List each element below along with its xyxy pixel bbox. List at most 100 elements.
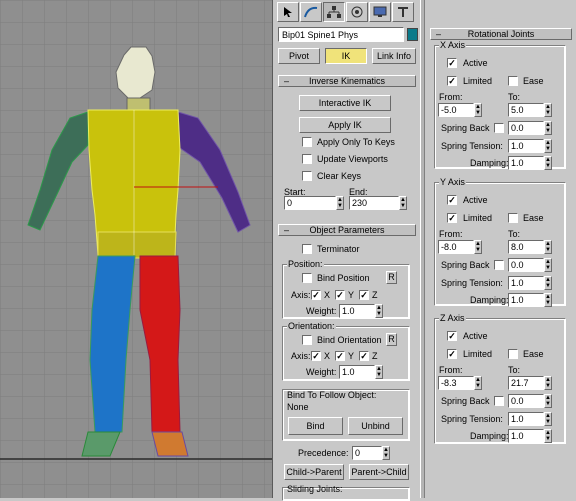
z-limited-checkbox[interactable]: ✓ xyxy=(447,349,457,359)
y-ease-label: Ease xyxy=(523,213,544,223)
position-z-checkbox[interactable]: ✓ xyxy=(359,290,369,300)
tab-pivot[interactable]: Pivot xyxy=(278,48,320,64)
bind-orientation-r-button[interactable]: R xyxy=(386,333,397,346)
motion-icon[interactable] xyxy=(346,2,368,22)
orientation-z-checkbox[interactable]: ✓ xyxy=(359,351,369,361)
y-spring-back-checkbox[interactable] xyxy=(494,260,504,270)
x-from-spinner[interactable]: ▲ ▼ xyxy=(474,103,482,117)
apply-ik-button[interactable]: Apply IK xyxy=(299,117,391,133)
y-spring-back-label: Spring Back xyxy=(441,260,490,270)
x-damping-spinner[interactable]: ▲ ▼ xyxy=(544,156,552,170)
x-axis-title: X Axis xyxy=(439,40,467,51)
orientation-x-checkbox[interactable]: ✓ xyxy=(311,351,321,361)
y-spring-tension-spinner[interactable]: ▲ ▼ xyxy=(544,276,552,290)
end-spinner[interactable]: ▲ ▼ xyxy=(399,196,407,210)
bind-orientation-checkbox[interactable] xyxy=(302,335,312,345)
orientation-y-checkbox[interactable]: ✓ xyxy=(335,351,345,361)
utilities-icon[interactable] xyxy=(392,2,414,22)
bind-position-r-button[interactable]: R xyxy=(386,271,397,284)
end-field[interactable]: 230 xyxy=(349,196,399,210)
z-damping-label: Damping: xyxy=(470,431,509,441)
bind-button[interactable]: Bind xyxy=(288,417,343,435)
x-active-checkbox[interactable]: ✓ xyxy=(447,58,457,68)
z-spring-back-spinner[interactable]: ▲ ▼ xyxy=(544,394,552,408)
z-to-spinner[interactable]: ▲ ▼ xyxy=(544,376,552,390)
child-parent-button[interactable]: Child->Parent xyxy=(284,464,344,480)
apply-only-to-keys-checkbox[interactable] xyxy=(302,137,312,147)
orientation-weight-label: Weight: xyxy=(306,367,337,377)
panel-divider[interactable] xyxy=(420,0,425,498)
z-ease-checkbox[interactable] xyxy=(508,349,518,359)
y-spring-tension-field[interactable]: 1.0 xyxy=(508,276,544,290)
x-limited-checkbox[interactable]: ✓ xyxy=(447,76,457,86)
apply-only-to-keys-label: Apply Only To Keys xyxy=(317,137,395,147)
position-x-label: X xyxy=(324,290,331,300)
curve-icon[interactable] xyxy=(300,2,322,22)
orientation-weight-spinner[interactable]: ▲ ▼ xyxy=(375,365,383,379)
position-weight-spinner[interactable]: ▲ ▼ xyxy=(375,304,383,318)
bind-position-checkbox[interactable] xyxy=(302,273,312,283)
z-damping-spinner[interactable]: ▲ ▼ xyxy=(544,429,552,443)
tab-link-info[interactable]: Link Info xyxy=(372,48,416,64)
x-ease-checkbox[interactable] xyxy=(508,76,518,86)
y-from-spinner[interactable]: ▲ ▼ xyxy=(474,240,482,254)
y-axis-title: Y Axis xyxy=(439,177,466,188)
y-ease-checkbox[interactable] xyxy=(508,213,518,223)
x-to-field[interactable]: 5.0 xyxy=(508,103,544,117)
y-active-checkbox[interactable]: ✓ xyxy=(447,195,457,205)
y-to-spinner[interactable]: ▲ ▼ xyxy=(544,240,552,254)
x-spring-back-spinner[interactable]: ▲ ▼ xyxy=(544,121,552,135)
start-field[interactable]: 0 xyxy=(284,196,336,210)
precedence-spinner[interactable]: ▲ ▼ xyxy=(382,446,390,460)
unbind-button[interactable]: Unbind xyxy=(348,417,403,435)
x-ease-label: Ease xyxy=(523,76,544,86)
cursor-icon[interactable] xyxy=(277,2,299,22)
z-from-spinner[interactable]: ▲ ▼ xyxy=(474,376,482,390)
terminator-checkbox[interactable] xyxy=(302,244,312,254)
tab-ik[interactable]: IK xyxy=(325,48,367,64)
z-spring-back-field[interactable]: 0.0 xyxy=(508,394,544,408)
y-damping-spinner[interactable]: ▲ ▼ xyxy=(544,293,552,307)
bind-position-label: Bind Position xyxy=(317,273,370,283)
object-color-swatch[interactable] xyxy=(407,28,418,41)
z-spring-tension-field[interactable]: 1.0 xyxy=(508,412,544,426)
z-to-field[interactable]: 21.7 xyxy=(508,376,544,390)
precedence-field[interactable]: 0 xyxy=(352,446,382,460)
x-damping-field[interactable]: 1.0 xyxy=(508,156,544,170)
x-spring-back-checkbox[interactable] xyxy=(494,123,504,133)
z-active-checkbox[interactable]: ✓ xyxy=(447,331,457,341)
orientation-weight-field[interactable]: 1.0 xyxy=(339,365,375,379)
y-from-field[interactable]: -8.0 xyxy=(438,240,474,254)
object-name-field[interactable]: Bip01 Spine1 Phys xyxy=(278,27,404,42)
interactive-ik-button[interactable]: Interactive IK xyxy=(299,95,391,111)
y-limited-checkbox[interactable]: ✓ xyxy=(447,213,457,223)
clear-keys-checkbox[interactable] xyxy=(302,171,312,181)
position-y-checkbox[interactable]: ✓ xyxy=(335,290,345,300)
parent-child-button[interactable]: Parent->Child xyxy=(349,464,409,480)
x-from-field[interactable]: -5.0 xyxy=(438,103,474,117)
rotational-joints-panel: – Rotational Joints X Axis ✓ Active ✓ Limited… xyxy=(426,0,576,498)
z-spring-tension-label: Spring Tension: xyxy=(441,414,503,424)
x-spring-tension-field[interactable]: 1.0 xyxy=(508,139,544,153)
z-spring-back-checkbox[interactable] xyxy=(494,396,504,406)
hierarchy-icon[interactable] xyxy=(323,2,345,22)
position-x-checkbox[interactable]: ✓ xyxy=(311,290,321,300)
y-to-field[interactable]: 8.0 xyxy=(508,240,544,254)
y-spring-back-field[interactable]: 0.0 xyxy=(508,258,544,272)
position-weight-field[interactable]: 1.0 xyxy=(339,304,375,318)
ik-rollout-header[interactable]: – Inverse Kinematics xyxy=(278,75,416,87)
rotational-rollout-header[interactable]: – Rotational Joints xyxy=(430,28,572,40)
y-spring-back-spinner[interactable]: ▲ ▼ xyxy=(544,258,552,272)
z-spring-tension-spinner[interactable]: ▲ ▼ xyxy=(544,412,552,426)
x-spring-back-field[interactable]: 0.0 xyxy=(508,121,544,135)
z-from-field[interactable]: -8.3 xyxy=(438,376,474,390)
object-params-rollout-header[interactable]: – Object Parameters xyxy=(278,224,416,236)
start-spinner[interactable]: ▲ ▼ xyxy=(336,196,344,210)
display-icon[interactable] xyxy=(369,2,391,22)
y-damping-field[interactable]: 1.0 xyxy=(508,293,544,307)
x-to-spinner[interactable]: ▲ ▼ xyxy=(544,103,552,117)
x-spring-tension-spinner[interactable]: ▲ ▼ xyxy=(544,139,552,153)
viewport[interactable] xyxy=(0,0,273,498)
update-viewports-checkbox[interactable] xyxy=(302,154,312,164)
z-damping-field[interactable]: 1.0 xyxy=(508,429,544,443)
